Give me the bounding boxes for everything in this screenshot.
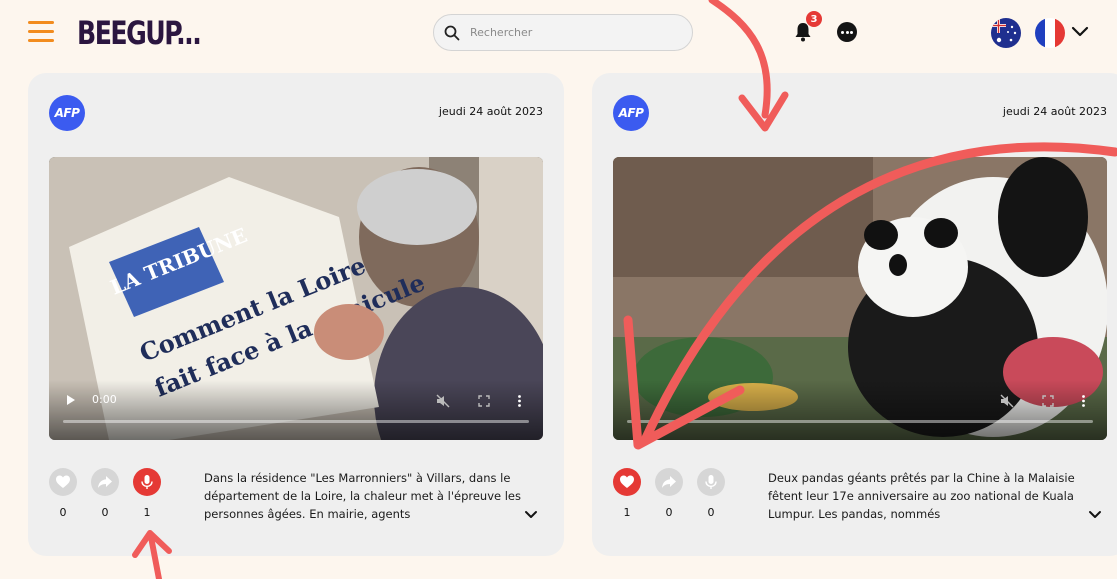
card-summary: Deux pandas géants prêtés par la Chine à… bbox=[768, 471, 1075, 521]
fullscreen-icon[interactable] bbox=[1042, 395, 1054, 407]
search-bar[interactable] bbox=[433, 14, 693, 51]
publish-date: jeudi 24 août 2023 bbox=[1002, 105, 1107, 118]
audio-count: 0 bbox=[707, 506, 715, 519]
like-button[interactable] bbox=[49, 468, 77, 496]
card-actions: 1 0 0 bbox=[613, 468, 743, 519]
like-count: 1 bbox=[623, 506, 631, 519]
card-summary: Dans la résidence "Les Marronniers" à Vi… bbox=[204, 471, 522, 521]
like-button[interactable] bbox=[613, 468, 641, 496]
audio-count: 1 bbox=[143, 506, 151, 519]
app-logo[interactable]: BEEGUP... bbox=[77, 14, 202, 52]
share-arrow-icon bbox=[98, 476, 112, 488]
video-progress-bar[interactable] bbox=[627, 420, 1093, 423]
australia-flag-icon[interactable] bbox=[991, 18, 1021, 48]
like-count: 0 bbox=[59, 506, 67, 519]
hamburger-menu-icon[interactable] bbox=[28, 21, 54, 43]
microphone-icon bbox=[705, 475, 717, 489]
publish-date: jeudi 24 août 2023 bbox=[438, 105, 543, 118]
afp-logo: AFP bbox=[49, 95, 85, 131]
audio-button[interactable] bbox=[133, 468, 161, 496]
share-count: 0 bbox=[665, 506, 673, 519]
video-player[interactable] bbox=[613, 157, 1107, 440]
news-card[interactable]: AFP jeudi 24 août 2023 1 0 0 Deux pandas… bbox=[592, 73, 1117, 556]
audio-button[interactable] bbox=[697, 468, 725, 496]
heart-icon bbox=[620, 475, 634, 488]
search-icon bbox=[444, 25, 460, 40]
more-options-icon[interactable] bbox=[1082, 395, 1085, 407]
messages-icon[interactable] bbox=[837, 22, 857, 42]
mute-icon[interactable] bbox=[436, 394, 450, 408]
video-player[interactable]: LA TRIBUNE Comment la Loire fait face à … bbox=[49, 157, 543, 440]
share-count: 0 bbox=[101, 506, 109, 519]
france-flag-icon[interactable] bbox=[1035, 18, 1065, 48]
more-options-icon[interactable] bbox=[518, 395, 521, 407]
mute-icon[interactable] bbox=[1000, 394, 1014, 408]
video-time: 0:00 bbox=[92, 393, 117, 406]
play-icon[interactable] bbox=[631, 395, 639, 405]
microphone-icon bbox=[141, 475, 153, 489]
share-button[interactable] bbox=[655, 468, 683, 496]
chevron-down-icon[interactable] bbox=[1070, 25, 1090, 39]
heart-icon bbox=[56, 475, 70, 488]
share-button[interactable] bbox=[91, 468, 119, 496]
chevron-down-icon[interactable] bbox=[524, 510, 538, 520]
search-input[interactable] bbox=[470, 26, 670, 39]
share-arrow-icon bbox=[662, 476, 676, 488]
play-icon[interactable] bbox=[67, 395, 75, 405]
video-progress-bar[interactable] bbox=[63, 420, 529, 423]
fullscreen-icon[interactable] bbox=[478, 395, 490, 407]
notification-badge: 3 bbox=[806, 11, 822, 27]
card-actions: 0 0 1 bbox=[49, 468, 179, 519]
afp-logo: AFP bbox=[613, 95, 649, 131]
chevron-down-icon[interactable] bbox=[1088, 510, 1102, 520]
news-card[interactable]: AFP jeudi 24 août 2023 LA TRIBUNE Commen… bbox=[28, 73, 564, 556]
